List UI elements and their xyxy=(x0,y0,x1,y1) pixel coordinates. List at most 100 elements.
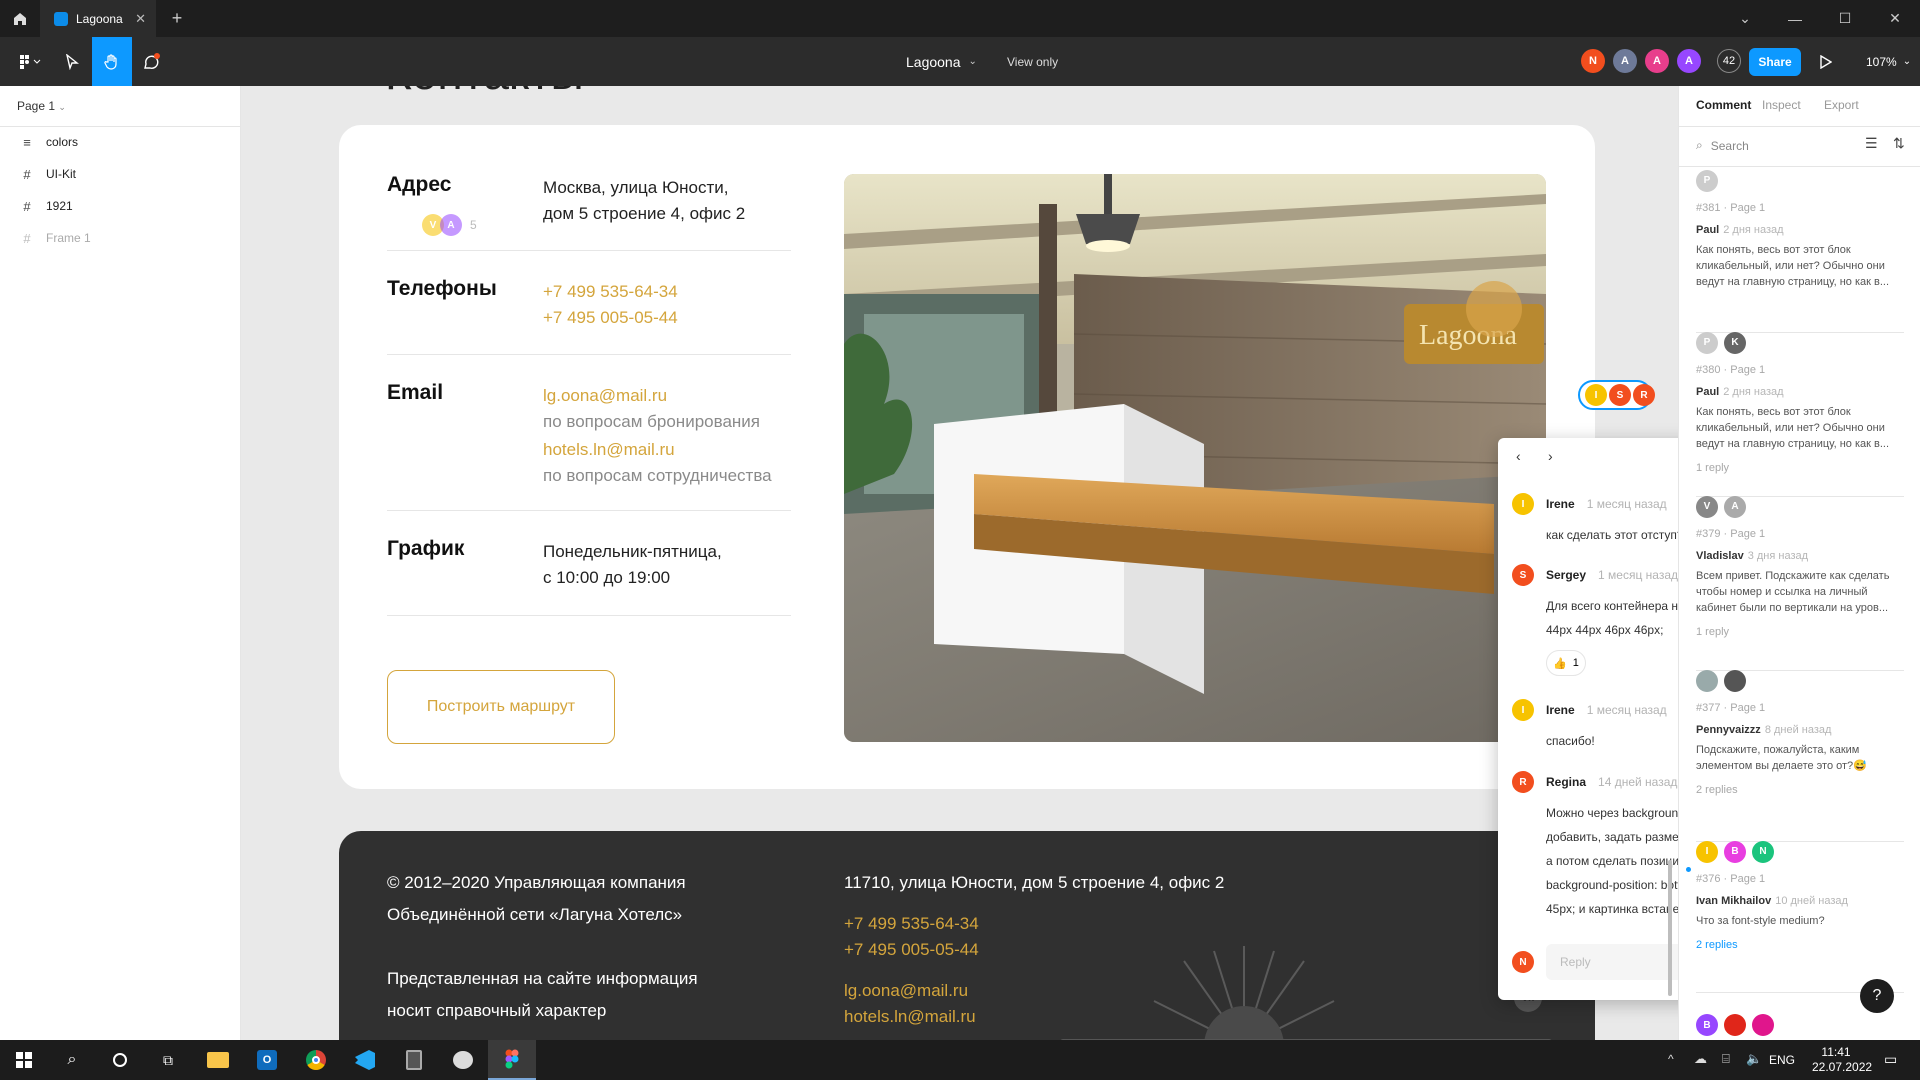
thread-replies[interactable]: 2 replies xyxy=(1696,937,1906,953)
vscode-icon[interactable] xyxy=(341,1040,389,1080)
thumbs-up-icon: 👍 xyxy=(1553,657,1567,670)
notifications-icon[interactable]: ▭ xyxy=(1884,1051,1897,1068)
chevron-left-icon[interactable]: ‹ xyxy=(1516,448,1521,464)
divider xyxy=(1679,126,1920,127)
close-tab-icon[interactable]: ✕ xyxy=(135,11,146,27)
layer-label: colors xyxy=(46,135,79,149)
minimize-button[interactable]: — xyxy=(1770,0,1820,37)
avatar: S xyxy=(1609,384,1631,406)
comment-pin-cluster[interactable]: V A 5 xyxy=(422,212,494,238)
thread-time: 2 дня назад xyxy=(1723,224,1784,236)
file-explorer-icon[interactable] xyxy=(194,1040,242,1080)
comment: S Sergey 1 месяц назад Для всего контейнер… xyxy=(1512,564,1678,676)
footer-email[interactable]: lg.oona@mail.ru xyxy=(844,978,968,1004)
footer-email[interactable]: hotels.ln@mail.ru xyxy=(844,1004,976,1030)
chevron-right-icon[interactable]: › xyxy=(1548,448,1553,464)
share-button[interactable]: Share xyxy=(1749,48,1801,76)
thread-id: #379 · Page 1 xyxy=(1696,528,1766,540)
collaborator-avatar[interactable]: A xyxy=(1645,49,1669,73)
home-icon[interactable] xyxy=(0,0,40,37)
schedule-line-1: Понедельник-пятница, xyxy=(543,542,722,561)
comment-thread[interactable]: IBN #376 · Page 1 Ivan Mikhailov 10 дней … xyxy=(1696,831,1906,953)
chrome-icon[interactable] xyxy=(292,1040,340,1080)
search-icon[interactable]: ⌕ xyxy=(48,1040,96,1080)
email-link[interactable]: hotels.ln@mail.ru xyxy=(543,437,675,463)
chevron-up-icon[interactable]: ^ xyxy=(1668,1052,1674,1066)
tab-comment[interactable]: Comment xyxy=(1696,98,1751,112)
main-menu-icon[interactable] xyxy=(4,37,56,86)
tab-export[interactable]: Export xyxy=(1824,98,1859,112)
layer-frame-1[interactable]: # Frame 1 xyxy=(0,222,240,254)
info-line-1: Представленная на сайте информация xyxy=(387,969,698,988)
tab-lagoona[interactable]: Lagoona ✕ xyxy=(40,0,156,37)
collaborator-count[interactable]: 42 xyxy=(1717,49,1741,73)
help-button[interactable]: ? xyxy=(1860,979,1894,1013)
paint-icon[interactable] xyxy=(439,1040,487,1080)
comment-author: Sergey xyxy=(1546,568,1587,582)
file-name[interactable]: Lagoona ⌄ xyxy=(906,37,977,86)
tab-inspect[interactable]: Inspect xyxy=(1762,98,1801,112)
comment-thread[interactable]: #377 · Page 1 Pennyvaizzz 8 дней назад По… xyxy=(1696,660,1906,798)
new-tab-button[interactable]: + xyxy=(165,0,189,37)
phones-label: Телефоны xyxy=(387,277,497,300)
maximize-button[interactable]: ☐ xyxy=(1820,0,1870,37)
cloud-icon[interactable]: ☁ xyxy=(1694,1051,1707,1067)
avatar: S xyxy=(1512,564,1534,586)
thread-id: #380 · Page 1 xyxy=(1696,364,1766,376)
page-name: Page 1 xyxy=(17,99,56,113)
collaborator-avatar[interactable]: N xyxy=(1581,49,1605,73)
move-tool-icon[interactable] xyxy=(52,37,92,86)
thread-id: #377 · Page 1 xyxy=(1696,702,1766,714)
canvas[interactable]: Контакты Адрес Москва, улица Юности, дом… xyxy=(241,86,1678,1040)
layer-ui-kit[interactable]: # UI-Kit xyxy=(0,158,240,190)
grid-icon: ≡ xyxy=(23,134,31,150)
email-link[interactable]: lg.oona@mail.ru xyxy=(543,383,667,409)
volume-icon[interactable]: 🔈 xyxy=(1746,1051,1762,1067)
hand-tool-icon[interactable] xyxy=(92,37,132,86)
tab-title: Lagoona xyxy=(76,11,123,26)
collaborator-avatar[interactable]: A xyxy=(1677,49,1701,73)
thread-time: 10 дней назад xyxy=(1775,895,1848,907)
footer-phone[interactable]: +7 495 005-05-44 xyxy=(844,937,979,963)
layer-1921[interactable]: # 1921 xyxy=(0,190,240,222)
calculator-icon[interactable] xyxy=(390,1040,438,1080)
reaction-button[interactable]: 👍 1 xyxy=(1546,650,1586,676)
phone-link[interactable]: +7 499 535-64-34 xyxy=(543,279,678,305)
zoom-dropdown[interactable]: 107% ⌄ xyxy=(1866,37,1911,86)
close-window-button[interactable]: ✕ xyxy=(1870,0,1920,37)
clock-date: 22.07.2022 xyxy=(1812,1060,1873,1074)
windows-start-icon[interactable] xyxy=(0,1040,48,1080)
reply-input[interactable]: Reply xyxy=(1546,944,1678,980)
comment-thread[interactable]: PK #380 · Page 1 Paul 2 дня назад Как пон… xyxy=(1696,322,1906,476)
comment-thread[interactable]: VA #379 · Page 1 Vladislav 3 дня назад Вс… xyxy=(1696,486,1906,640)
phone-link[interactable]: +7 495 005-05-44 xyxy=(543,305,678,331)
figma-taskbar-icon[interactable] xyxy=(488,1040,536,1080)
network-icon[interactable]: ⌸ xyxy=(1722,1051,1730,1067)
avatar: I xyxy=(1512,699,1534,721)
footer-phone[interactable]: +7 499 535-64-34 xyxy=(844,911,979,937)
clock[interactable]: 11:41 22.07.2022 xyxy=(1812,1045,1873,1075)
collaborator-avatar[interactable]: A xyxy=(1613,49,1637,73)
canvas-scrollbar[interactable] xyxy=(1668,860,1672,996)
thread-text: Как понять, весь вот этот блок кликабель… xyxy=(1696,244,1889,288)
divider xyxy=(387,354,791,355)
comment-tool-icon[interactable] xyxy=(132,37,172,86)
copyright-line-2: Объединённой сети «Лагуна Хотелс» xyxy=(387,905,683,924)
chevron-down-icon[interactable]: ⌄ xyxy=(1720,0,1770,37)
task-view-icon[interactable]: ⧉ xyxy=(144,1040,192,1080)
language-indicator[interactable]: ENG xyxy=(1769,1053,1795,1067)
page-selector[interactable]: Page 1 ⌄ xyxy=(17,99,66,113)
comment-thread[interactable]: P #381 · Page 1 Paul 2 дня назад Как поня… xyxy=(1696,144,1906,290)
layer-colors[interactable]: ≡ colors xyxy=(0,126,240,158)
thread-author-line: Pennyvaizzz 8 дней назад xyxy=(1696,722,1906,738)
thread-author-line: Paul 2 дня назад xyxy=(1696,384,1906,400)
figma-file-icon xyxy=(54,11,68,26)
footer-address: 11710, улица Юности, дом 5 строение 4, о… xyxy=(844,873,1225,892)
pin-count: 5 xyxy=(470,218,477,232)
active-comment-pin[interactable]: I S R xyxy=(1578,380,1655,410)
cortana-icon[interactable] xyxy=(96,1040,144,1080)
avatar: A xyxy=(440,214,462,236)
route-button[interactable]: Построить маршрут xyxy=(387,670,615,744)
present-icon[interactable] xyxy=(1820,37,1832,86)
outlook-icon[interactable]: O xyxy=(243,1040,291,1080)
